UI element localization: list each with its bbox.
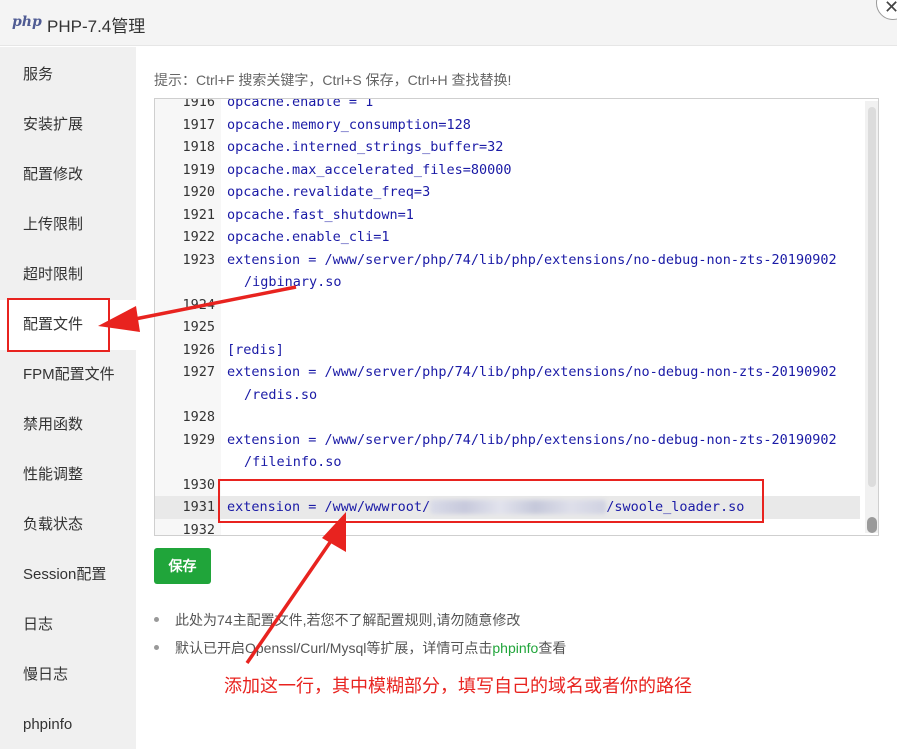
line-number: 1925 xyxy=(182,319,215,335)
line-text[interactable]: opcache.interned_strings_buffer=32 xyxy=(221,136,860,159)
code-line[interactable]: 1929 extension = /www/server/php/74/lib/p… xyxy=(155,429,860,474)
save-button[interactable]: 保存 xyxy=(154,548,211,584)
line-text[interactable]: opcache.max_accelerated_files=80000 xyxy=(221,159,860,182)
line-number: 1916 xyxy=(182,98,215,110)
line-number: 1920 xyxy=(182,184,215,200)
line-text-part: extension = /www/server/php/74/lib/php/e… xyxy=(227,251,837,268)
line-number: 1917 xyxy=(182,116,215,133)
sidebar-item-slow-log[interactable]: 慢日志 xyxy=(0,650,136,700)
php-logo: php xyxy=(12,14,42,30)
sidebar-item-phpinfo[interactable]: phpinfo xyxy=(0,700,136,749)
line-number: 1931 xyxy=(182,499,215,515)
line-text[interactable]: opcache.revalidate_freq=3 xyxy=(221,181,860,204)
list-item: 默认已开启Openssl/Curl/Mysql等扩展，详情可点击phpinfo查… xyxy=(152,636,852,664)
sidebar-item-load-status[interactable]: 负载状态 xyxy=(0,500,136,550)
sidebar-item-timeout-limit[interactable]: 超时限制 xyxy=(0,250,136,300)
line-text[interactable] xyxy=(221,316,860,339)
line-text[interactable]: extension = /www/server/php/74/lib/php/e… xyxy=(221,429,860,474)
line-number: 1926 xyxy=(182,341,215,358)
line-text[interactable]: opcache.memory_consumption=128 xyxy=(221,114,860,137)
line-number: 1928 xyxy=(182,409,215,425)
code-line[interactable]: 1916 opcache.enable = 1 xyxy=(155,98,860,114)
shortcut-hint: 提示：Ctrl+F 搜索关键字，Ctrl+S 保存，Ctrl+H 查找替换! xyxy=(154,72,512,88)
code-editor[interactable]: 1916 opcache.enable = 1 1917 opcache.memor… xyxy=(154,98,879,536)
line-text[interactable]: opcache.enable = 1 xyxy=(221,99,860,114)
code-line[interactable]: 1928 xyxy=(155,406,860,429)
line-number: 1929 xyxy=(182,431,215,448)
annotation-box-sidebar xyxy=(7,298,110,352)
title-bar: php PHP-7.4管理 xyxy=(0,0,897,46)
line-number: 1927 xyxy=(182,364,215,380)
sidebar: 服务 安装扩展 配置修改 上传限制 超时限制 配置文件 FPM配置文件 禁用函数… xyxy=(0,47,136,749)
line-text[interactable] xyxy=(221,294,860,317)
code-line[interactable]: 1917 opcache.memory_consumption=128 xyxy=(155,114,860,137)
bullet-icon xyxy=(154,617,159,622)
annotation-box-code-line xyxy=(218,479,764,523)
sidebar-item-performance-tuning[interactable]: 性能调整 xyxy=(0,450,136,500)
phpinfo-link[interactable]: phpinfo xyxy=(492,640,538,656)
code-line[interactable]: 1920 opcache.revalidate_freq=3 xyxy=(155,181,860,204)
line-number: 1918 xyxy=(182,139,215,155)
line-text[interactable]: extension = /www/server/php/74/lib/php/e… xyxy=(221,249,860,294)
sidebar-item-install-extensions[interactable]: 安装扩展 xyxy=(0,100,136,150)
sidebar-item-session-config[interactable]: Session配置 xyxy=(0,550,136,600)
line-number: 1924 xyxy=(182,296,215,313)
line-number: 1932 xyxy=(182,521,215,536)
line-text[interactable]: opcache.fast_shutdown=1 xyxy=(221,204,860,227)
code-line[interactable]: 1918 opcache.interned_strings_buffer=32 xyxy=(155,136,860,159)
line-text[interactable] xyxy=(221,406,860,429)
note-text: 此处为74主配置文件,若您不了解配置规则,请勿随意修改 xyxy=(175,612,521,628)
sidebar-item-upload-limit[interactable]: 上传限制 xyxy=(0,200,136,250)
line-number: 1922 xyxy=(182,229,215,245)
line-text[interactable]: extension = /www/server/php/74/lib/php/e… xyxy=(221,361,860,406)
sidebar-item-log[interactable]: 日志 xyxy=(0,600,136,650)
code-line[interactable]: 1921 opcache.fast_shutdown=1 xyxy=(155,204,860,227)
line-text-wrapped: /igbinary.so xyxy=(244,274,342,290)
line-number: 1923 xyxy=(182,251,215,268)
sidebar-item-disabled-functions[interactable]: 禁用函数 xyxy=(0,400,136,450)
line-text-wrapped: /fileinfo.so xyxy=(244,454,342,470)
line-number: 1919 xyxy=(182,161,215,178)
line-text-wrapped: /redis.so xyxy=(244,386,318,403)
line-text-part: extension = /www/server/php/74/lib/php/e… xyxy=(227,364,837,380)
window-title: PHP-7.4管理 xyxy=(47,17,146,36)
code-line[interactable]: 1924 xyxy=(155,294,860,317)
code-line[interactable]: 1927 extension = /www/server/php/74/lib/p… xyxy=(155,361,860,406)
code-area[interactable]: 1916 opcache.enable = 1 1917 opcache.memor… xyxy=(155,98,860,536)
scrollbar-handle[interactable] xyxy=(867,517,877,533)
bullet-icon xyxy=(154,645,159,650)
sidebar-item-config-modify[interactable]: 配置修改 xyxy=(0,150,136,200)
line-number: 1930 xyxy=(182,476,215,493)
line-text[interactable]: opcache.enable_cli=1 xyxy=(221,226,860,249)
annotation-text: 添加这一行，其中模糊部分，填写自己的域名或者你的路径 xyxy=(224,676,692,696)
sidebar-item-fpm-config-file[interactable]: FPM配置文件 xyxy=(0,350,136,400)
code-line[interactable]: 1923 extension = /www/server/php/74/lib/p… xyxy=(155,249,860,294)
list-item: 此处为74主配置文件,若您不了解配置规则,请勿随意修改 xyxy=(152,608,852,636)
code-line[interactable]: 1922 opcache.enable_cli=1 xyxy=(155,226,860,249)
notes-list: 此处为74主配置文件,若您不了解配置规则,请勿随意修改 默认已开启Openssl… xyxy=(152,608,852,664)
line-text[interactable]: [redis] xyxy=(221,339,860,362)
sidebar-item-service[interactable]: 服务 xyxy=(0,50,136,100)
line-number: 1921 xyxy=(182,206,215,223)
scrollbar-thumb[interactable] xyxy=(868,107,876,487)
note-text: 查看 xyxy=(538,640,567,656)
note-text: 默认已开启Openssl/Curl/Mysql等扩展，详情可点击 xyxy=(175,640,493,656)
code-line[interactable]: 1919 opcache.max_accelerated_files=80000 xyxy=(155,159,860,182)
line-text-part: extension = /www/server/php/74/lib/php/e… xyxy=(227,431,837,448)
code-line[interactable]: 1926 [redis] xyxy=(155,339,860,362)
code-line[interactable]: 1925 xyxy=(155,316,860,339)
